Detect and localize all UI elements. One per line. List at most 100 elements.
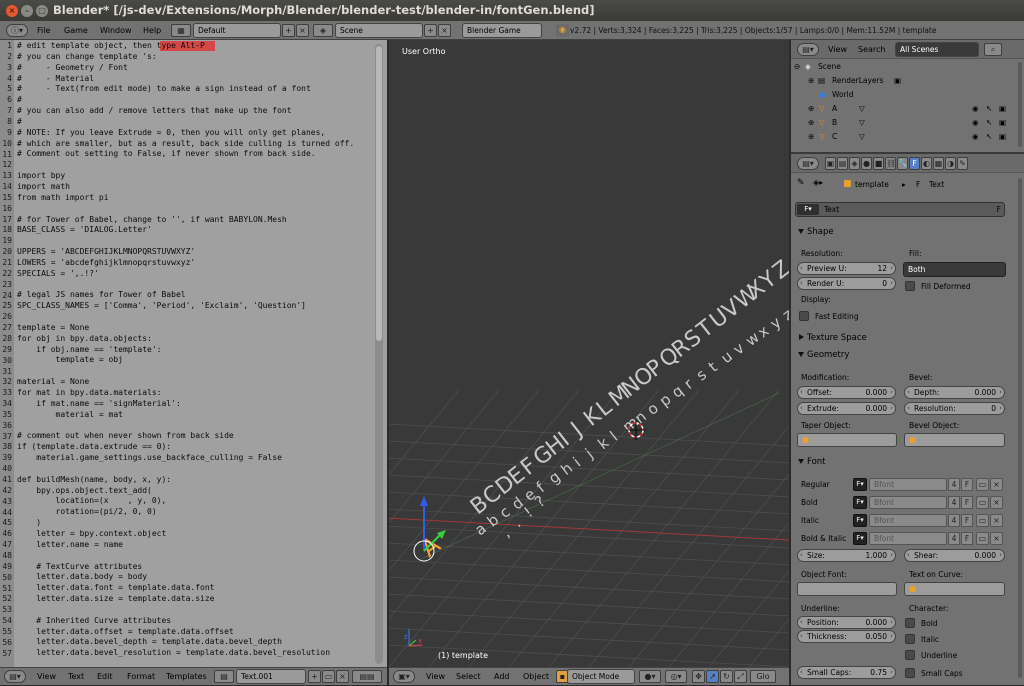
font-name-field[interactable]: Bfont — [869, 514, 947, 527]
viewport-type-icon[interactable]: ▣▾ — [393, 670, 415, 683]
fill-mode-select[interactable]: Both — [903, 262, 1006, 277]
open-font-icon[interactable]: ▭ — [976, 478, 989, 491]
small-caps-scale-field[interactable]: Small Caps:0.75 — [797, 666, 896, 679]
render-camera-icon[interactable]: ▣ — [999, 116, 1006, 130]
viewport-shading-icon[interactable]: ●▾ — [639, 670, 661, 683]
add-scene-icon[interactable]: + — [424, 24, 437, 37]
menu-file[interactable]: File — [37, 21, 50, 40]
3d-viewport[interactable]: User Ortho BCDEFGHIJKLMNOPQRSTUVWXYZabcd… — [389, 40, 789, 667]
outliner-menu-view[interactable]: View — [828, 40, 847, 59]
world-tab-icon[interactable]: ● — [861, 157, 872, 170]
extrude-field[interactable]: Extrude:0.000 — [797, 402, 896, 415]
font-browse-icon[interactable]: F▾ — [853, 478, 867, 491]
offset-field[interactable]: Offset:0.000 — [797, 386, 896, 399]
datablock-browse-icon[interactable]: F▾ — [797, 204, 819, 215]
outliner-item-scene[interactable]: Scene — [818, 60, 841, 74]
menu-game[interactable]: Game — [64, 21, 88, 40]
font-name-field[interactable]: Bfont — [869, 496, 947, 509]
text-datablock-icon[interactable]: ▤ — [214, 670, 234, 683]
viewport-menu-add[interactable]: Add — [494, 668, 510, 686]
remove-screen-icon[interactable]: × — [296, 24, 309, 37]
visibility-eye-icon[interactable]: ◉ — [972, 116, 979, 130]
text-menu-view[interactable]: View — [37, 668, 56, 686]
text-menu-templates[interactable]: Templates — [166, 668, 207, 686]
renderlayers-expand-icon[interactable]: ⊕ — [808, 74, 814, 88]
viewport-canvas[interactable]: BCDEFGHIJKLMNOPQRSTUVWXYZabcdefghijklmno… — [389, 40, 789, 667]
datablock-name[interactable]: Text — [824, 203, 839, 216]
outliner-scrollbar[interactable] — [1018, 62, 1022, 147]
particles-tab-icon[interactable]: ✎ — [957, 157, 968, 170]
font-browse-icon[interactable]: F▾ — [853, 496, 867, 509]
scene-expand-icon[interactable]: ⊖ — [794, 60, 800, 74]
object-font-field[interactable] — [797, 582, 897, 596]
data-tab-icon[interactable]: F — [909, 157, 920, 170]
engine-select[interactable]: Blender Game — [462, 23, 542, 38]
rotate-manipulator-icon[interactable]: ↻ — [720, 670, 733, 683]
texture-tab-icon[interactable]: ▦ — [933, 157, 944, 170]
translate-manipulator-icon[interactable]: ↗ — [706, 670, 719, 683]
visibility-eye-icon[interactable]: ◉ — [972, 102, 979, 116]
select-cursor-icon[interactable]: ↖ — [986, 102, 992, 116]
font-fake-user-button[interactable]: F — [961, 478, 973, 491]
small-caps-checkbox[interactable] — [905, 668, 915, 678]
font-size-field[interactable]: Size:1.000 — [797, 549, 896, 562]
screen-layout-icon[interactable]: ▦ — [171, 24, 191, 37]
screen-layout-select[interactable]: Default — [193, 23, 281, 38]
editor-type-icon[interactable]: ⓘ▾ — [6, 24, 28, 37]
text-datablock-name[interactable]: Text.001 — [236, 669, 306, 684]
close-icon[interactable]: × — [6, 5, 18, 17]
modifiers-tab-icon[interactable]: 🔧 — [897, 157, 908, 170]
object-tab-icon[interactable]: ■ — [873, 157, 884, 170]
font-name-field[interactable]: Bfont — [869, 478, 947, 491]
underline-thickness-field[interactable]: Thickness:0.050 — [797, 630, 896, 643]
font-browse-icon[interactable]: F▾ — [853, 532, 867, 545]
object-c-expand-icon[interactable]: ⊕ — [808, 130, 814, 144]
properties-scrollbar[interactable] — [1018, 178, 1022, 678]
font-fake-user-button[interactable]: F — [961, 514, 973, 527]
viewport-menu-view[interactable]: View — [426, 668, 445, 686]
open-font-icon[interactable]: ▭ — [976, 532, 989, 545]
panel-font-header[interactable]: Font — [793, 454, 1022, 470]
pin-icon[interactable]: ✎ — [797, 178, 805, 188]
render-camera-icon[interactable]: ▣ — [999, 102, 1006, 116]
properties-type-icon[interactable]: ▤▾ — [797, 157, 819, 170]
search-icon[interactable]: ⌕ — [984, 43, 1002, 56]
mode-select[interactable]: Object Mode — [567, 669, 635, 684]
bevel-object-field[interactable]: ■ — [904, 433, 1005, 447]
manipulator-toggle-icon[interactable]: ✥ — [692, 670, 705, 683]
font-fake-user-button[interactable]: F — [961, 496, 973, 509]
maximize-icon[interactable]: □ — [36, 5, 48, 17]
outliner-item-c[interactable]: C — [832, 130, 837, 144]
unlink-font-icon[interactable]: × — [990, 496, 1003, 509]
outliner-item-a[interactable]: A — [832, 102, 837, 116]
font-browse-icon[interactable]: F▾ — [853, 514, 867, 527]
panel-texture-space-header[interactable]: Texture Space — [793, 330, 1022, 346]
text-menu-edit[interactable]: Edit — [97, 668, 113, 686]
code-content[interactable]: # edit template object, then type Alt-P … — [17, 41, 354, 659]
viewport-menu-object[interactable]: Object — [523, 668, 549, 686]
panel-shape-header[interactable]: Shape — [793, 224, 1022, 240]
outliner-item-renderlayers[interactable]: RenderLayers — [832, 74, 884, 88]
preview-u-field[interactable]: Preview U:12 — [797, 262, 896, 275]
select-cursor-icon[interactable]: ↖ — [986, 130, 992, 144]
render-toggle-icon[interactable]: ▣ — [894, 74, 901, 88]
text-editor[interactable]: 1 2 3 4 5 6 7 8 9 10 11 12 13 14 15 16 17 18 19 20 21 22 23 24 2… — [0, 40, 387, 667]
select-cursor-icon[interactable]: ↖ — [986, 116, 992, 130]
remove-scene-icon[interactable]: × — [438, 24, 451, 37]
datablock-fake-user[interactable]: F — [997, 203, 1001, 216]
fill-deformed-checkbox[interactable] — [905, 281, 915, 291]
font-fake-user-button[interactable]: F — [961, 532, 973, 545]
constraints-tab-icon[interactable]: ⛓ — [885, 157, 896, 170]
taper-object-field[interactable]: ■ — [797, 433, 897, 447]
text-on-curve-field[interactable]: ■ — [904, 582, 1005, 596]
outliner-menu-search[interactable]: Search — [858, 40, 885, 59]
text-editor-type-icon[interactable]: ▤▾ — [4, 670, 26, 683]
underline-checkbox[interactable] — [905, 650, 915, 660]
render-u-field[interactable]: Render U:0 — [797, 277, 896, 290]
font-name-field[interactable]: Bfont — [869, 532, 947, 545]
physics-tab-icon[interactable]: ◑ — [945, 157, 956, 170]
outliner-item-world[interactable]: World — [832, 88, 854, 102]
unlink-text-icon[interactable]: × — [336, 670, 349, 683]
outliner-filter-select[interactable]: All Scenes — [895, 42, 979, 57]
text-menu-text[interactable]: Text — [68, 668, 84, 686]
